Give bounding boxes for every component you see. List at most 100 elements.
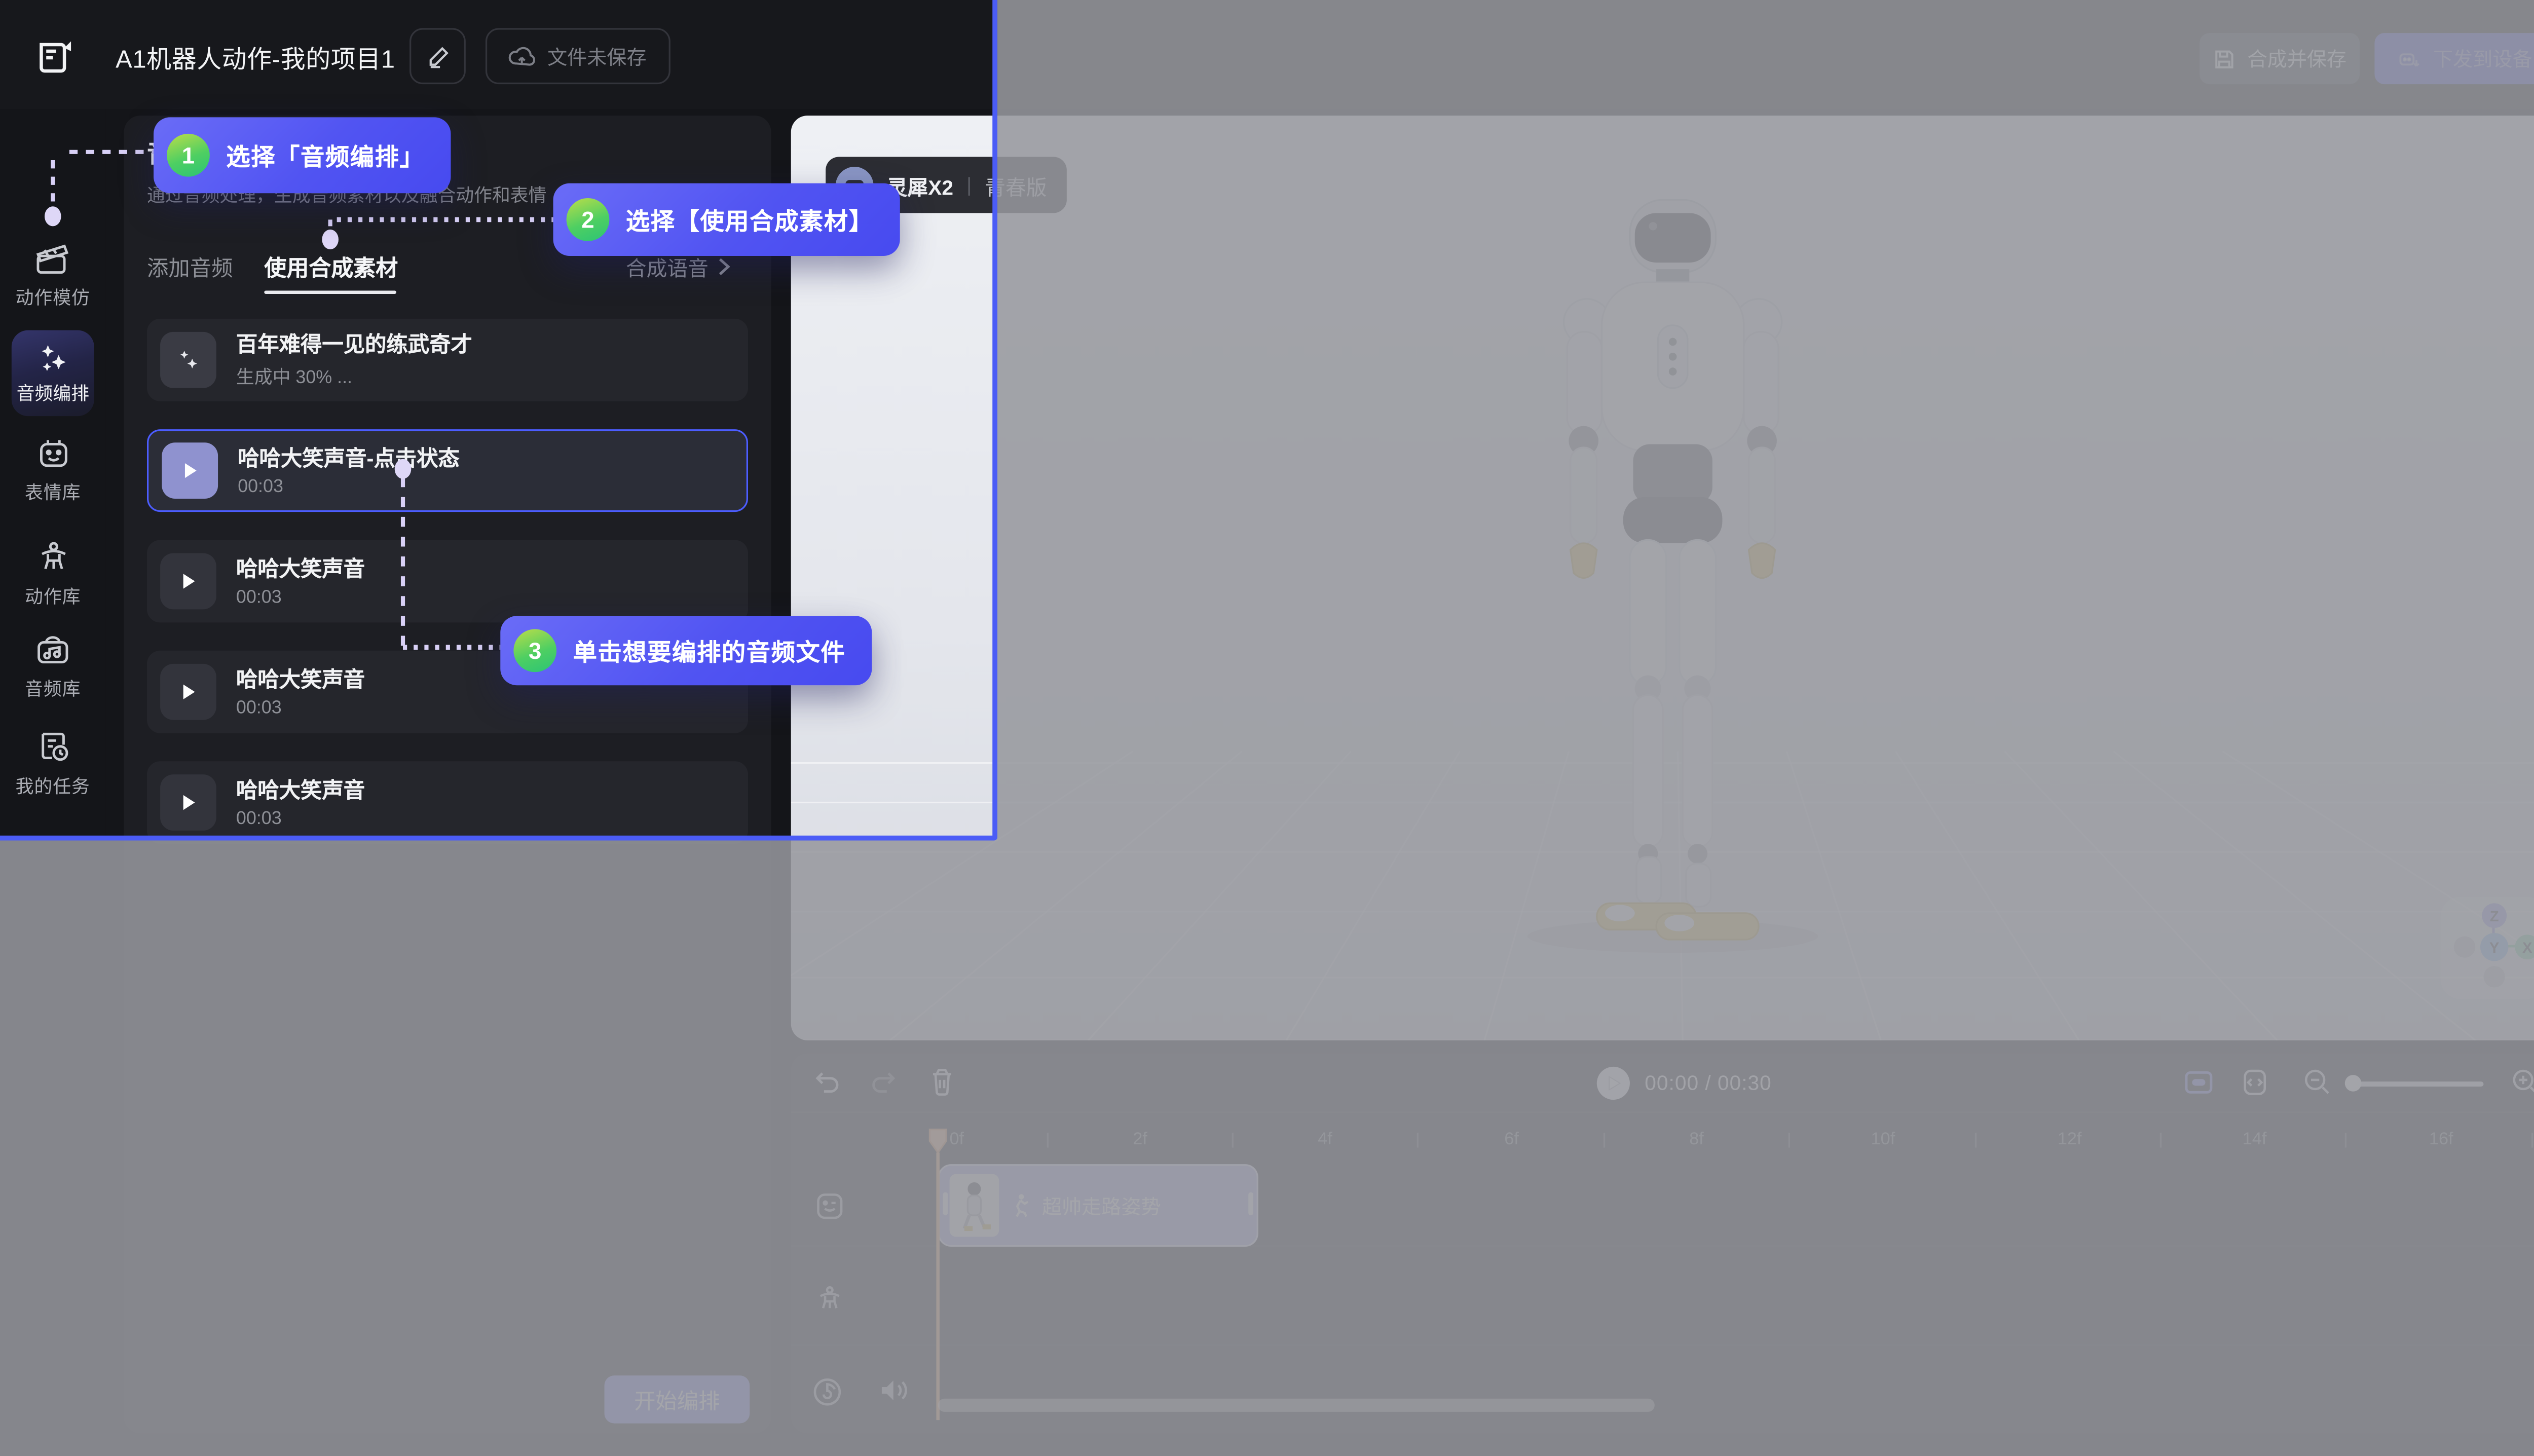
play-button[interactable] [1597, 1067, 1630, 1100]
ruler-tick [1975, 1133, 1977, 1147]
audio-item-texts: 哈哈大笑声音 00:03 [236, 776, 365, 829]
fit-width-icon[interactable] [2243, 1068, 2267, 1096]
walking-icon [1011, 1194, 1030, 1217]
audio-item-generating[interactable]: 百年难得一见的练武奇才 生成中 30% ... [147, 319, 748, 401]
zoom-in-icon[interactable] [2512, 1068, 2534, 1096]
robot-face-icon [35, 436, 70, 470]
playhead-line[interactable] [936, 1152, 939, 1420]
clip-label: 超帅走路姿势 [1042, 1191, 1161, 1219]
audio-item-selected[interactable]: 哈哈大笑声音-点击状态 00:03 [147, 429, 748, 512]
axis-z[interactable]: Z [2482, 903, 2507, 928]
motion-track-icon[interactable] [816, 1285, 844, 1313]
axis-gizmo[interactable]: Z Y X [2441, 897, 2534, 999]
audio-item-texts: 百年难得一见的练武奇才 生成中 30% ... [236, 330, 472, 389]
ruler-label: 6f [1504, 1130, 1519, 1149]
undo-icon[interactable] [814, 1068, 842, 1096]
audio-item-texts: 哈哈大笑声音 00:03 [236, 666, 365, 718]
audio-item-texts: 哈哈大笑声音-点击状态 00:03 [238, 444, 460, 497]
tutorial-step-2: 2 选择【使用合成素材】 [553, 183, 900, 256]
sidebar-item-motion-mimic[interactable]: 动作模仿 [0, 244, 106, 310]
step-text: 单击想要编排的音频文件 [573, 633, 846, 668]
audio-item-title: 百年难得一见的练武奇才 [236, 330, 472, 359]
speaker-icon[interactable] [878, 1377, 908, 1403]
playback-time: 00:00 / 00:30 [1645, 1072, 1772, 1095]
edit-pencil-icon [425, 44, 450, 68]
rename-button[interactable] [409, 28, 466, 84]
ruler-tick [1417, 1133, 1419, 1147]
clip-trim-handle-left[interactable] [943, 1192, 947, 1215]
tab-add-audio[interactable]: 添加音频 [147, 251, 233, 282]
step-text: 选择「音频编排」 [226, 138, 424, 172]
robot-viewport[interactable]: 灵犀X2 | 青春版 Z Y X [791, 116, 2534, 1040]
track-divider [791, 1344, 2534, 1346]
axis-neg-z[interactable] [2483, 966, 2505, 987]
axis-neg-x[interactable] [2454, 936, 2475, 957]
app-logo-icon [33, 33, 79, 79]
play-icon[interactable] [160, 664, 216, 720]
sidebar-label: 我的任务 [16, 773, 90, 799]
sidebar-item-audio-arrange[interactable]: 音频编排 [12, 330, 94, 416]
play-icon[interactable] [162, 442, 218, 499]
sidebar-label: 动作模仿 [16, 284, 90, 310]
redo-icon[interactable] [869, 1068, 897, 1096]
music-library-icon [34, 634, 71, 667]
audio-item-duration: 00:03 [238, 477, 460, 497]
playhead-marker[interactable] [926, 1128, 950, 1154]
sidebar: 动作模仿 音频编排 表情库 动作库 [0, 109, 106, 1456]
timeline-zoom-handle[interactable] [2345, 1075, 2362, 1092]
ruler-label: 0f [950, 1130, 964, 1149]
file-unsaved-button[interactable]: 文件未保存 [486, 28, 670, 84]
tab-use-synth-material[interactable]: 使用合成素材 [264, 249, 398, 282]
clip-trim-handle-right[interactable] [1248, 1192, 1252, 1215]
active-tab-underline [264, 290, 396, 294]
trash-icon[interactable] [929, 1067, 954, 1097]
play-icon [1606, 1075, 1621, 1092]
step-number: 2 [567, 198, 610, 241]
zoom-out-icon[interactable] [2303, 1068, 2331, 1096]
sidebar-item-expression-lib[interactable]: 表情库 [0, 436, 106, 505]
save-and-merge-button[interactable]: 合成并保存 [2200, 33, 2360, 84]
audio-item[interactable]: 哈哈大笑声音 00:03 [147, 540, 748, 622]
chevron-right-icon [718, 257, 730, 276]
deploy-robot-icon [2397, 47, 2421, 70]
face-track-icon[interactable] [816, 1192, 844, 1220]
cloud-unsaved-icon [509, 45, 536, 68]
generate-sparkle-icon [160, 332, 216, 388]
save-icon [2213, 47, 2236, 70]
timeline-toolbar: 00:00 / 00:30 [791, 1054, 2534, 1113]
ruler-tick [2345, 1133, 2346, 1147]
sidebar-item-audio-lib[interactable]: 音频库 [0, 634, 106, 702]
play-icon[interactable] [160, 553, 216, 610]
sidebar-label: 音频编排 [17, 379, 89, 405]
ruler-label: 8f [1689, 1130, 1704, 1149]
timeline-hscrollbar[interactable] [938, 1399, 1655, 1412]
sidebar-item-motion-lib[interactable]: 动作库 [0, 540, 106, 609]
audio-item-title: 哈哈大笑声音-点击状态 [238, 444, 460, 473]
audio-item[interactable]: 哈哈大笑声音 00:03 [147, 761, 748, 844]
ruler-label: 12f [2058, 1130, 2082, 1149]
play-icon[interactable] [160, 774, 216, 831]
axis-y[interactable]: Y [2480, 933, 2508, 961]
audio-arrange-panel: 音频编排 通过音频处理，生成音频素材以及融合动作和表情 添加音频 使用合成素材 … [124, 116, 771, 1433]
save-label: 合成并保存 [2247, 45, 2346, 72]
ruler-tick [1232, 1133, 1234, 1147]
task-list-icon [35, 730, 70, 764]
audio-track-icon[interactable] [812, 1377, 842, 1407]
unsaved-label: 文件未保存 [547, 42, 647, 70]
screenshot-stage: A1机器人动作-我的项目1 文件未保存 合成并保存 下发到设备 [0, 0, 2534, 1456]
audio-item-texts: 哈哈大笑声音 00:03 [236, 555, 365, 608]
project-title: A1机器人动作-我的项目1 [116, 41, 395, 76]
timeline-zoom-slider[interactable] [2352, 1081, 2484, 1087]
sidebar-item-my-tasks[interactable]: 我的任务 [0, 730, 106, 799]
sparkles-icon [36, 341, 69, 374]
audio-item-title: 哈哈大笑声音 [236, 555, 365, 584]
step-number: 3 [513, 629, 556, 672]
deploy-label: 下发到设备 [2433, 45, 2532, 72]
top-bar: A1机器人动作-我的项目1 文件未保存 合成并保存 下发到设备 [0, 0, 2534, 109]
step-text: 选择【使用合成素材】 [626, 202, 874, 237]
sidebar-label: 表情库 [25, 479, 81, 505]
snap-toggle-icon[interactable] [2185, 1070, 2213, 1095]
start-arrange-button[interactable]: 开始编排 [605, 1375, 750, 1423]
deploy-to-device-button[interactable]: 下发到设备 [2374, 33, 2534, 84]
timeline-clip-motion[interactable]: 超帅走路姿势 [938, 1164, 1258, 1247]
